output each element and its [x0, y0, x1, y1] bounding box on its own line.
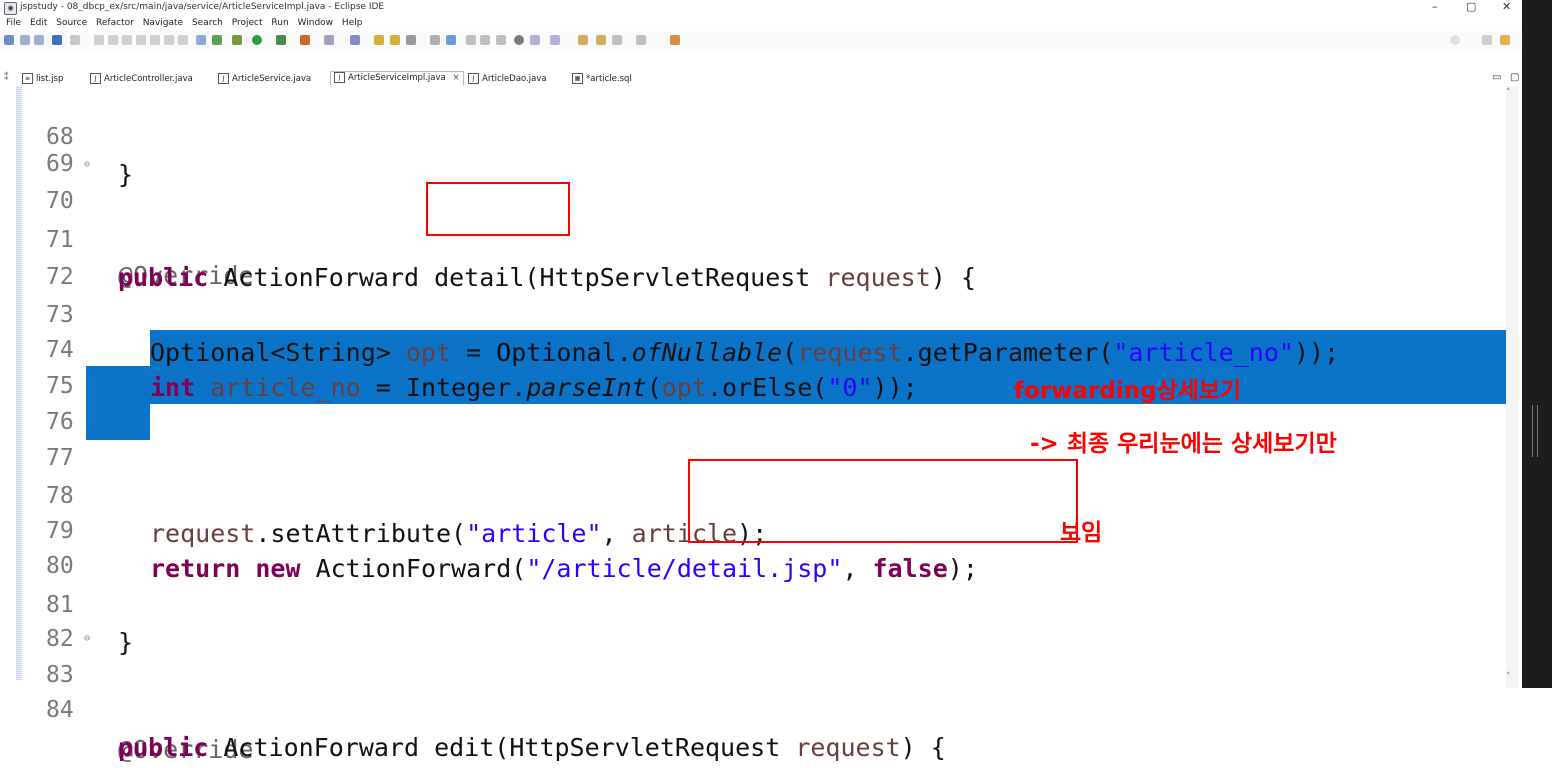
step-return-icon[interactable]	[178, 35, 188, 45]
prev-annotation-icon[interactable]	[550, 35, 560, 45]
code-line: 75	[0, 331, 1518, 399]
code-line: 70 ⊖ @Override	[0, 146, 1518, 290]
menu-source[interactable]: Source	[56, 16, 87, 31]
resume-icon[interactable]	[94, 35, 104, 45]
suspend-icon[interactable]	[108, 35, 118, 45]
scroll-up-icon[interactable]: ˄	[1506, 88, 1511, 98]
code-line: 82	[0, 584, 1518, 652]
new-java-project-icon[interactable]	[350, 35, 360, 45]
screen-edge	[1522, 0, 1552, 688]
menu-navigate[interactable]: Navigate	[143, 16, 183, 31]
new-icon[interactable]	[4, 35, 14, 45]
open-type-icon[interactable]	[390, 35, 400, 45]
menu-edit[interactable]: Edit	[30, 16, 47, 31]
menu-run[interactable]: Run	[271, 16, 288, 31]
close-button[interactable]: ✕	[1502, 0, 1511, 13]
code-line: 69	[0, 109, 1518, 177]
step-into-icon[interactable]	[150, 35, 160, 45]
run-icon[interactable]	[252, 35, 262, 45]
editor-scrollbar[interactable]	[1506, 86, 1518, 688]
disconnect-icon[interactable]	[136, 35, 146, 45]
fold-icon[interactable]: ⊖	[84, 146, 90, 183]
pin-editor-icon[interactable]	[670, 35, 680, 45]
code-line: 72	[0, 222, 1518, 290]
outer-scroll-thumb[interactable]	[1532, 405, 1538, 457]
highlight-box-detail	[426, 182, 570, 236]
search-tool-icon[interactable]	[430, 35, 440, 45]
back-icon[interactable]	[612, 35, 622, 45]
menu-file[interactable]: File	[6, 16, 21, 31]
terminate-icon[interactable]	[122, 35, 132, 45]
annotation-shown: 보임	[1060, 520, 1103, 546]
code-line: 84 public ActionForward edit(HttpServlet…	[0, 655, 1518, 762]
line-number: 84	[46, 697, 74, 723]
last-edit-icon[interactable]	[578, 35, 588, 45]
debug-icon[interactable]	[276, 35, 286, 45]
forward-icon[interactable]	[636, 35, 646, 45]
menu-bar: File Edit Source Refactor Navigate Searc…	[0, 16, 1522, 31]
show-whitespace-icon[interactable]	[466, 35, 476, 45]
menu-project[interactable]: Project	[232, 16, 263, 31]
title-bar: ◉ jspstudy - 08_dbcp_ex/src/main/java/se…	[0, 0, 1522, 16]
save-all-icon[interactable]	[34, 35, 44, 45]
block-selection-icon[interactable]	[480, 35, 490, 45]
code-line: 73 Optional<String> opt = Optional.ofNul…	[0, 260, 1518, 367]
window-title: jspstudy - 08_dbcp_ex/src/main/java/serv…	[20, 2, 385, 12]
open-perspective-icon[interactable]	[1482, 35, 1492, 45]
spring-icon[interactable]	[232, 35, 242, 45]
highlight-box-detail-jsp	[688, 459, 1078, 543]
maximize-button[interactable]: ▢	[1466, 0, 1476, 13]
coverage-icon[interactable]	[300, 35, 310, 45]
forward-history-icon[interactable]	[596, 35, 606, 45]
scroll-down-icon[interactable]: ˅	[1506, 672, 1511, 682]
eclipse-app-icon: ◉	[4, 2, 17, 15]
skip-breakpoints-icon[interactable]	[70, 35, 80, 45]
annotation-icon[interactable]	[514, 35, 524, 45]
terminal-icon[interactable]	[52, 35, 62, 45]
toolbar	[0, 31, 1522, 51]
menu-refactor[interactable]: Refactor	[96, 16, 134, 31]
fold-icon[interactable]: ⊖	[84, 620, 90, 657]
menu-window[interactable]: Window	[298, 16, 334, 31]
step-over-icon[interactable]	[164, 35, 174, 45]
code-line: 71 public ActionForward detail(HttpServl…	[0, 185, 1518, 292]
menu-help[interactable]: Help	[342, 16, 363, 31]
open-folder-icon[interactable]	[374, 35, 384, 45]
search-icon[interactable]	[1450, 35, 1460, 45]
code-line: 83 ⊖ @Override	[0, 620, 1518, 764]
annotation-final: -> 최종 우리눈에는 상세보기만	[1030, 431, 1337, 457]
code-line: 76 ArticleDto article = dao.articleDetai…	[0, 367, 1518, 474]
use-step-filters-icon[interactable]	[196, 35, 206, 45]
toggle-mark-icon[interactable]	[446, 35, 456, 45]
paragraph-icon[interactable]	[496, 35, 506, 45]
code-line: 74 int article_no = Integer.parseInt(opt…	[0, 295, 1518, 402]
code-line-84: public ActionForward edit(HttpServletReq…	[118, 733, 946, 762]
java-ee-perspective-icon[interactable]	[1500, 35, 1510, 45]
menu-search[interactable]: Search	[192, 16, 223, 31]
code-line: 81 }	[0, 550, 1518, 657]
save-icon[interactable]	[20, 35, 30, 45]
open-task-icon[interactable]	[406, 35, 416, 45]
server-icon[interactable]	[212, 35, 222, 45]
next-annotation-icon[interactable]	[530, 35, 540, 45]
annotation-forwarding: forwarding상세보기	[1014, 378, 1242, 404]
minimize-button[interactable]: –	[1432, 0, 1438, 13]
external-tools-icon[interactable]	[324, 35, 334, 45]
